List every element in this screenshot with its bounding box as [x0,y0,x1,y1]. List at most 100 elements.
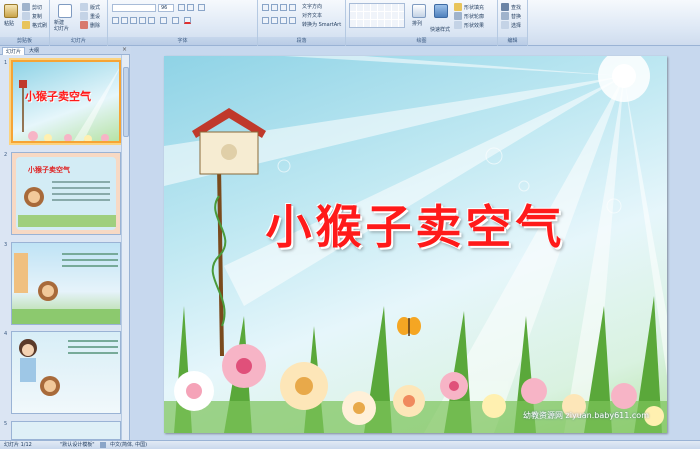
thumb-number: 5 [4,421,8,427]
layout-button[interactable]: 版式 [80,3,100,11]
char-spacing-button[interactable] [160,17,167,24]
grow-font-button[interactable] [178,4,185,11]
outline-icon [454,12,462,20]
shape-outline-label: 形状轮廓 [464,13,485,20]
italic-button[interactable] [121,17,128,24]
thumb-number: 1 [4,60,8,66]
numbering-button[interactable] [271,4,278,11]
paste-button[interactable]: 粘贴 [4,20,14,27]
layout-label: 版式 [90,4,101,11]
find-button[interactable]: 查找 [501,3,521,11]
new-slide-icon[interactable] [58,4,72,18]
binoculars-icon [501,3,509,11]
spellcheck-icon[interactable] [100,442,106,448]
center-button[interactable] [271,17,278,24]
cursor-icon [501,21,509,29]
change-case-button[interactable] [172,17,179,24]
quick-styles-button[interactable]: 快速样式 [430,26,450,33]
text-direction-button[interactable]: 文字方向 [302,3,322,10]
decrease-indent-button[interactable] [280,4,287,11]
shape-fill-button[interactable]: 形状填充 [454,3,484,11]
tab-outline[interactable]: 大纲 [26,47,42,55]
tab-slides[interactable]: 幻灯片 [2,47,26,55]
shadow-button[interactable] [148,17,155,24]
find-label: 查找 [511,4,522,11]
language-indicator[interactable]: 中文(简体, 中国) [110,441,147,449]
font-color-button[interactable] [184,17,191,24]
format-painter-label: 格式刷 [32,22,48,29]
shapes-gallery[interactable] [349,3,405,28]
slide-thumbnail[interactable] [11,242,121,325]
slide-counter: 幻灯片 1/12 [4,442,32,448]
watermark-text: 幼教资源网 ziyuan.baby611.com [523,411,649,420]
justify-button[interactable] [289,17,296,24]
paragraph-group-label: 段落 [258,37,345,45]
clipboard-group-label: 剪贴板 [0,37,49,45]
drawing-group: 排列 快速样式 形状填充 形状轮廓 形状效果 绘图 [346,0,498,46]
align-right-button[interactable] [280,17,287,24]
thumb-number: 4 [4,331,8,337]
paste-icon[interactable] [4,4,18,18]
cut-label: 剪切 [32,4,43,11]
align-text-button[interactable]: 对齐文本 [302,12,322,19]
replace-label: 替换 [511,13,522,20]
format-painter-button[interactable]: 格式刷 [22,21,47,29]
thumbnail-art [19,339,118,396]
status-bar: 幻灯片 1/12 "默认设计模板" 中文(简体, 中国) [0,440,700,449]
shape-outline-button[interactable]: 形状轮廓 [454,12,484,20]
editing-group: 查找 替换 选择 编辑 [498,0,528,46]
layout-icon [80,3,88,11]
font-name-combo[interactable] [112,4,156,12]
replace-button[interactable]: 替换 [501,12,521,20]
slide-thumbnail[interactable] [11,331,121,414]
smartart-button[interactable]: 转换为 SmartArt [302,21,341,28]
slide-thumbnail[interactable]: 小猴子卖空气 [11,60,121,143]
theme-name: "默认设计模板" [60,442,95,448]
underline-button[interactable] [130,17,137,24]
clear-format-button[interactable] [198,4,205,11]
slide-thumbnail[interactable]: 小猴子卖空气 [11,152,121,235]
fill-icon [454,3,462,11]
slides-group: 新建 幻灯片 版式 重设 删除 幻灯片 [50,0,108,46]
delete-button[interactable]: 删除 [80,21,100,29]
effects-icon [454,21,462,29]
drawing-group-label: 绘图 [346,37,497,45]
slide-title[interactable]: 小猴子卖空气 [164,191,667,257]
bold-button[interactable] [112,17,119,24]
delete-icon [80,21,88,29]
scissors-icon [22,3,30,11]
quick-styles-icon[interactable] [434,4,448,18]
panel-scrollbar[interactable] [121,55,129,440]
brush-icon [22,21,30,29]
thumb-number: 2 [4,152,8,158]
slide-thumbnail[interactable] [11,421,121,440]
arrange-button[interactable]: 排列 [412,20,422,27]
scrollbar-thumb[interactable] [123,67,129,137]
font-group-label: 字体 [108,37,257,45]
strikethrough-button[interactable] [139,17,146,24]
reset-button[interactable]: 重设 [80,12,100,20]
paragraph-group: 文字方向 对齐文本 转换为 SmartArt 段落 [258,0,346,46]
shrink-font-button[interactable] [187,4,194,11]
shape-effects-button[interactable]: 形状效果 [454,21,484,29]
arrange-icon[interactable] [412,4,426,18]
align-left-button[interactable] [262,17,269,24]
main-slide[interactable]: 小猴子卖空气 幼教资源网 ziyuan.baby611.com [164,56,667,433]
bullets-button[interactable] [262,4,269,11]
close-icon[interactable]: × [122,46,127,53]
clipboard-group: 粘贴 剪切 复制 格式刷 剪贴板 [0,0,50,46]
delete-label: 删除 [90,22,101,29]
cut-button[interactable]: 剪切 [22,3,42,11]
slides-panel: 幻灯片 大纲 × 1 小猴子卖空气 2 小猴子卖空气 3 4 5 [0,46,130,440]
select-button[interactable]: 选择 [501,21,521,29]
thumb-number: 3 [4,242,8,248]
copy-button[interactable]: 复制 [22,12,42,20]
font-size-combo[interactable]: 96 [158,4,174,12]
increase-indent-button[interactable] [289,4,296,11]
slides-group-label: 幻灯片 [50,37,107,45]
thumbnail-title: 小猴子卖空气 [25,90,91,103]
new-slide-button[interactable]: 新建 幻灯片 [54,20,69,32]
ribbon: 粘贴 剪切 复制 格式刷 剪贴板 新建 幻灯片 版式 重设 删除 幻灯片 96 … [0,0,700,46]
slide-canvas: 小猴子卖空气 幼教资源网 ziyuan.baby611.com [131,46,700,440]
select-label: 选择 [511,22,522,29]
